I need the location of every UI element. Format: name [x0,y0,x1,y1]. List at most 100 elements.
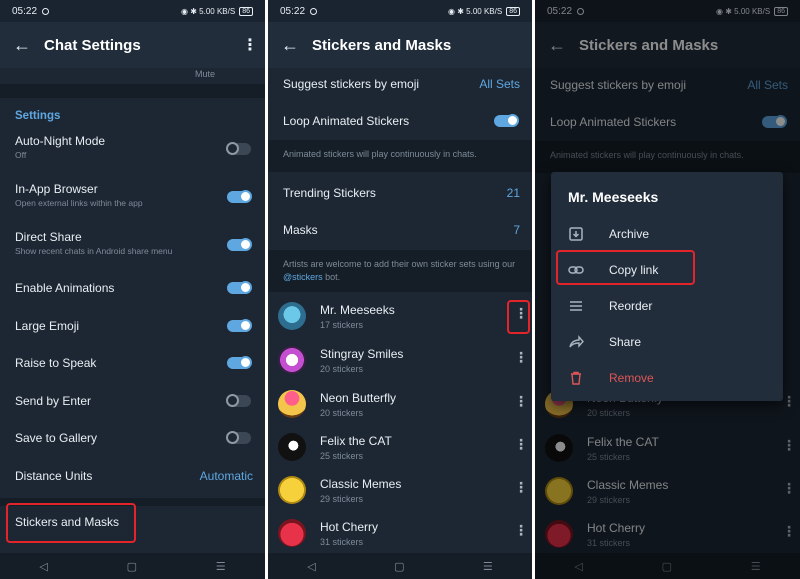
menu-item-label: Archive [609,227,650,241]
status-bar: 05:22 ◉ ✱ 5.00 KB/S 86 [0,0,265,22]
toggle-switch[interactable] [226,431,251,444]
sticker-set-row[interactable]: Stingray Smiles 20 stickers ⋮ [268,340,532,384]
status-time: 05:22 [280,5,306,17]
highlight-box [556,250,695,285]
suggest-stickers-item[interactable]: Suggest stickers by emoji All Sets [268,77,532,93]
toggle-switch[interactable] [227,319,252,332]
menu-item-remove[interactable]: Remove [551,364,783,394]
sticker-set-count: 29 stickers [320,494,364,504]
status-time: 05:22 [12,5,38,17]
sticker-set-count: 20 stickers [320,364,364,374]
setting-large-emoji[interactable]: Large Emoji [0,319,265,335]
stickers-bot-link[interactable]: @stickers [283,272,323,282]
loop-animated-item[interactable]: Loop Animated Stickers [268,114,532,130]
menu-item-label: Reorder [609,299,653,313]
section-divider [0,84,265,98]
sticker-set-name: Classic Memes [320,477,402,491]
loop-info-text: Animated stickers will play continuously… [268,140,532,172]
sticker-set-name: Felix the CAT [320,434,392,448]
more-options-icon[interactable]: ⋮ [514,350,528,364]
sticker-set-count: 20 stickers [320,408,364,418]
distance-units-value: Automatic [199,469,253,483]
trending-stickers-label: Trending Stickers [283,186,376,200]
back-arrow-icon[interactable]: ← [0,35,44,56]
sticker-set-count: 25 stickers [320,451,364,461]
nav-home-icon[interactable]: ▢ [127,560,137,573]
toggle-switch[interactable] [227,190,252,203]
sticker-set-row[interactable]: Classic Memes 29 stickers ⋮ [268,470,532,514]
setting-raise-to-speak[interactable]: Raise to Speak [0,356,265,372]
app-header: ← Stickers and Masks [268,22,532,68]
toggle-switch[interactable] [227,238,252,251]
sticker-options-popup: Mr. Meeseeks Archive Copy link Reorder S… [551,172,783,401]
toggle-switch[interactable] [494,114,519,127]
status-indicators: ◉ ✱ 5.00 KB/S [448,6,503,16]
nav-menu-icon[interactable]: ☰ [483,560,493,573]
stickers-masks-screen: 05:22 ◉ ✱ 5.00 KB/S 86 ← Stickers and Ma… [268,0,532,579]
masks-count: 7 [513,223,520,237]
sticker-set-thumbnail [278,433,306,461]
mute-label: Mute [194,69,215,79]
trash-icon [568,370,584,386]
sticker-set-name: Hot Cherry [320,520,379,534]
share-icon [568,334,584,350]
masks-label: Masks [283,223,318,237]
popup-title: Mr. Meeseeks [568,189,659,205]
masks-item[interactable]: Masks 7 [268,223,532,239]
setting-distance-units[interactable]: Distance Units Automatic [0,469,265,485]
nav-back-icon[interactable]: ◁ [307,560,315,573]
battery-icon: 86 [506,6,520,16]
status-bar: 05:22 ◉ ✱ 5.00 KB/S 86 [268,0,532,22]
sticker-set-count: 31 stickers [320,537,364,547]
sticker-set-row[interactable]: Hot Cherry 31 stickers ⋮ [268,513,532,557]
setting-auto-night-mode[interactable]: Auto-Night Mode Off [0,134,265,164]
sticker-set-thumbnail [278,390,306,418]
settings-section-title: Settings [15,110,61,122]
nav-back-icon[interactable]: ◁ [39,560,47,573]
more-options-icon[interactable]: ⋮ [514,437,528,451]
page-title: Chat Settings [44,36,141,54]
back-arrow-icon[interactable]: ← [268,35,312,56]
menu-item-reorder[interactable]: Reorder [551,292,783,322]
suggest-stickers-value: All Sets [479,77,520,91]
nav-menu-icon[interactable]: ☰ [216,560,226,573]
more-options-icon[interactable]: ⋮ [514,394,528,408]
loop-info: Animated stickers will play continuously… [283,149,477,159]
setting-send-by-enter[interactable]: Send by Enter [0,394,265,410]
sticker-set-thumbnail [278,476,306,504]
page-title: Stickers and Masks [312,36,452,54]
menu-item-label: Share [609,335,642,349]
menu-item-share[interactable]: Share [551,328,783,358]
more-options-icon[interactable]: ⋮ [514,480,528,494]
battery-icon: 86 [239,6,253,16]
nav-home-icon[interactable]: ▢ [394,560,404,573]
top-section: Mute [0,68,265,84]
sticker-set-name: Neon Butterfly [320,391,397,405]
setting-in-app-browser[interactable]: In-App Browser Open external links withi… [0,182,265,212]
system-nav-bar: ◁ ▢ ☰ [268,553,532,579]
sticker-set-count: 17 stickers [320,320,364,330]
more-options-icon[interactable]: ⋮ [235,35,265,55]
sticker-set-row[interactable]: Mr. Meeseeks 17 stickers ⋮ [268,296,532,340]
status-indicators: ◉ ✱ 5.00 KB/S [181,6,236,16]
setting-direct-share[interactable]: Direct Share Show recent chats in Androi… [0,230,265,260]
notification-icon [310,7,318,15]
trending-count: 21 [506,186,520,200]
trending-stickers-item[interactable]: Trending Stickers 21 [268,186,532,202]
chat-settings-screen: 05:22 ◉ ✱ 5.00 KB/S 86 ← Chat Settings ⋮… [0,0,265,579]
more-options-icon[interactable]: ⋮ [514,523,528,537]
toggle-switch[interactable] [227,281,252,294]
toggle-switch[interactable] [226,142,251,155]
sticker-set-row[interactable]: Felix the CAT 25 stickers ⋮ [268,427,532,471]
menu-item-archive[interactable]: Archive [551,220,783,250]
artists-info-suffix: bot. [322,272,341,282]
archive-icon [568,226,584,242]
toggle-switch[interactable] [227,356,252,369]
setting-save-to-gallery[interactable]: Save to Gallery [0,431,265,447]
highlight-box [6,503,136,543]
toggle-switch[interactable] [226,394,251,407]
setting-enable-animations[interactable]: Enable Animations [0,281,265,297]
reorder-icon [568,298,584,314]
sticker-set-name: Stingray Smiles [320,347,404,361]
sticker-set-row[interactable]: Neon Butterfly 20 stickers ⋮ [268,384,532,428]
